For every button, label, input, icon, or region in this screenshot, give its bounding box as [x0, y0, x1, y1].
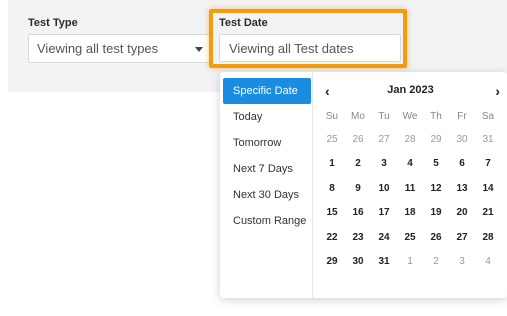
day-cell[interactable]: 31	[371, 250, 397, 275]
day-cell[interactable]: 24	[371, 225, 397, 250]
day-cell[interactable]: 25	[319, 127, 345, 152]
weekday: Sa	[481, 110, 495, 122]
day-cell[interactable]: 7	[475, 152, 501, 177]
day-cell[interactable]: 13	[449, 176, 475, 201]
day-cell[interactable]: 15	[319, 201, 345, 226]
day-cell[interactable]: 3	[449, 250, 475, 275]
week-row: 25 26 27 28 29 30 31	[319, 127, 501, 152]
day-cell[interactable]: 30	[345, 250, 371, 275]
test-type-label: Test Type	[28, 17, 78, 29]
range-next-30-days[interactable]: Next 30 Days	[223, 182, 311, 208]
day-cell[interactable]: 1	[319, 152, 345, 177]
day-cell[interactable]: 1	[397, 250, 423, 275]
week-row: 15 16 17 18 19 20 21	[319, 201, 501, 226]
day-cell[interactable]: 2	[423, 250, 449, 275]
day-cell[interactable]: 10	[371, 176, 397, 201]
weekday: Fr	[457, 110, 467, 122]
day-cell[interactable]: 9	[345, 176, 371, 201]
day-cell[interactable]: 2	[345, 152, 371, 177]
day-cell[interactable]: 25	[397, 225, 423, 250]
day-cell[interactable]: 8	[319, 176, 345, 201]
day-cell[interactable]: 5	[423, 152, 449, 177]
month-label: Jan 2023	[387, 84, 434, 96]
weekday-row: Su Mo Tu We Th Fr Sa	[319, 105, 501, 127]
day-cell[interactable]: 11	[397, 176, 423, 201]
test-type-value: Viewing all test types	[37, 41, 159, 56]
highlight-box	[209, 9, 407, 68]
day-cell[interactable]: 12	[423, 176, 449, 201]
range-tomorrow[interactable]: Tomorrow	[223, 130, 311, 156]
day-cell[interactable]: 21	[475, 201, 501, 226]
chevron-right-icon[interactable]: ›	[495, 83, 500, 99]
day-cell[interactable]: 17	[371, 201, 397, 226]
day-cell[interactable]: 22	[319, 225, 345, 250]
chevron-down-icon	[195, 47, 203, 52]
calendar-grid: Su Mo Tu We Th Fr Sa 25 26 27 28 29 30 3…	[319, 105, 501, 274]
week-row: 22 23 24 25 26 27 28	[319, 225, 501, 250]
day-cell[interactable]: 19	[423, 201, 449, 226]
day-cell[interactable]: 31	[475, 127, 501, 152]
day-cell[interactable]: 4	[397, 152, 423, 177]
day-cell[interactable]: 26	[423, 225, 449, 250]
range-list: Specific Date Today Tomorrow Next 7 Days…	[223, 78, 311, 234]
week-row: 29 30 31 1 2 3 4	[319, 250, 501, 275]
week-row: 8 9 10 11 12 13 14	[319, 176, 501, 201]
day-cell[interactable]: 27	[371, 127, 397, 152]
date-picker-dropdown: Specific Date Today Tomorrow Next 7 Days…	[220, 72, 507, 298]
day-cell[interactable]: 28	[397, 127, 423, 152]
day-cell[interactable]: 27	[449, 225, 475, 250]
day-cell[interactable]: 20	[449, 201, 475, 226]
day-cell[interactable]: 14	[475, 176, 501, 201]
day-cell[interactable]: 26	[345, 127, 371, 152]
test-type-select[interactable]: Viewing all test types	[28, 34, 212, 63]
calendar: ‹ Jan 2023 › Su Mo Tu We Th Fr Sa 25 26	[312, 72, 507, 298]
day-cell[interactable]: 28	[475, 225, 501, 250]
weekday: Th	[430, 110, 442, 122]
day-cell[interactable]: 4	[475, 250, 501, 275]
weekday: Su	[325, 110, 339, 122]
weekday: Tu	[378, 110, 390, 122]
range-today[interactable]: Today	[223, 104, 311, 130]
weekday: Mo	[351, 110, 365, 122]
day-cell[interactable]: 18	[397, 201, 423, 226]
range-next-7-days[interactable]: Next 7 Days	[223, 156, 311, 182]
day-cell[interactable]: 29	[319, 250, 345, 275]
range-specific-date[interactable]: Specific Date	[223, 78, 311, 104]
day-cell[interactable]: 16	[345, 201, 371, 226]
calendar-header: ‹ Jan 2023 ›	[313, 83, 507, 99]
day-cell[interactable]: 6	[449, 152, 475, 177]
weekday: We	[402, 110, 418, 122]
day-cell[interactable]: 30	[449, 127, 475, 152]
day-cell[interactable]: 3	[371, 152, 397, 177]
day-cell[interactable]: 29	[423, 127, 449, 152]
range-custom[interactable]: Custom Range	[223, 208, 311, 234]
day-cell[interactable]: 23	[345, 225, 371, 250]
week-row: 1 2 3 4 5 6 7	[319, 152, 501, 177]
